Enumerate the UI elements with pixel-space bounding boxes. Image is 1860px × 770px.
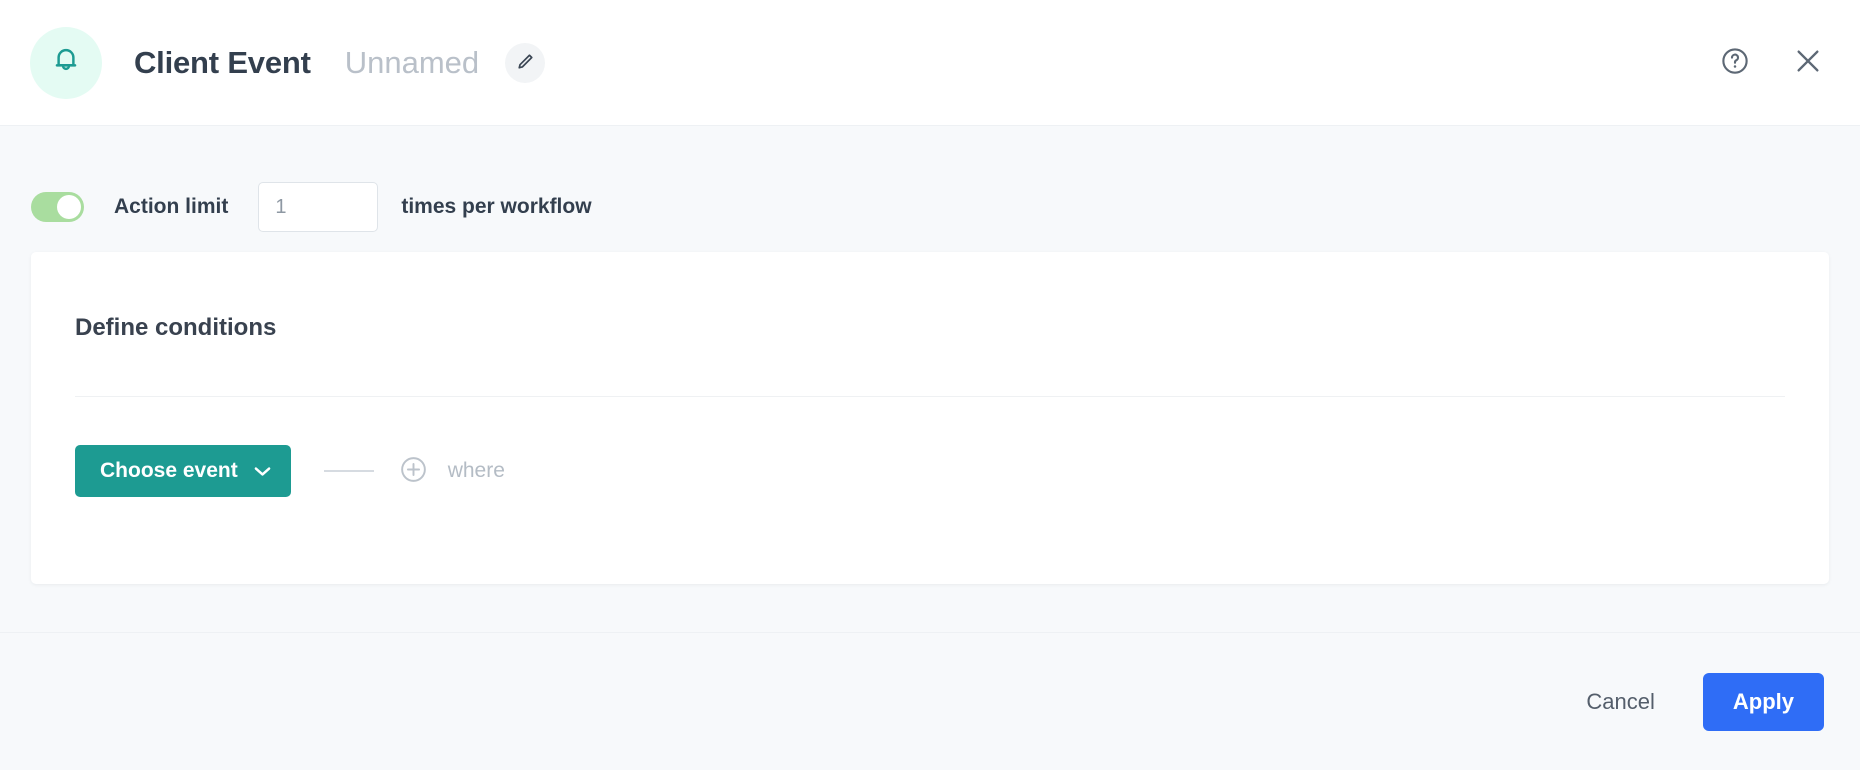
where-label: where: [447, 459, 505, 482]
add-condition-button[interactable]: [399, 455, 428, 487]
condition-connector-line: [323, 470, 374, 472]
condition-row: Choose event where: [75, 397, 1785, 497]
action-limit-input[interactable]: [258, 182, 379, 232]
choose-event-label: Choose event: [100, 459, 238, 482]
toggle-knob: [57, 195, 81, 219]
client-event-dialog: Client Event Unnamed Action limit 1 time…: [0, 0, 1860, 770]
apply-button[interactable]: Apply: [1702, 672, 1824, 731]
bell-icon: [51, 44, 81, 81]
chevron-down-icon: [254, 459, 271, 483]
define-conditions-heading: Define conditions: [75, 314, 277, 341]
dialog-footer: Cancel Apply: [0, 632, 1860, 770]
define-conditions-card: Define conditions Choose event where: [31, 252, 1829, 584]
page-title: Client Event: [134, 44, 311, 80]
close-button[interactable]: [1792, 45, 1824, 80]
edit-name-button[interactable]: [505, 42, 546, 83]
bell-icon-badge: [30, 26, 102, 99]
plus-circle-icon: [399, 455, 428, 487]
dialog-body: Action limit times per workflow Define c…: [0, 126, 1860, 632]
pencil-icon: [517, 53, 534, 73]
close-icon: [1792, 45, 1824, 80]
help-circle-icon: [1720, 46, 1750, 79]
header-actions: [1720, 45, 1824, 80]
action-limit-label: Action limit: [114, 195, 229, 218]
dialog-header: Client Event Unnamed: [0, 0, 1860, 126]
action-limit-toggle[interactable]: [31, 192, 84, 222]
help-button[interactable]: [1720, 46, 1750, 79]
title-group: Client Event Unnamed: [134, 42, 1720, 83]
action-limit-row: Action limit times per workflow: [0, 126, 1860, 252]
cancel-button[interactable]: Cancel: [1568, 677, 1672, 727]
action-limit-suffix: times per workflow: [401, 195, 592, 218]
choose-event-button[interactable]: Choose event: [75, 445, 291, 497]
page-subtitle: Unnamed: [344, 44, 480, 80]
